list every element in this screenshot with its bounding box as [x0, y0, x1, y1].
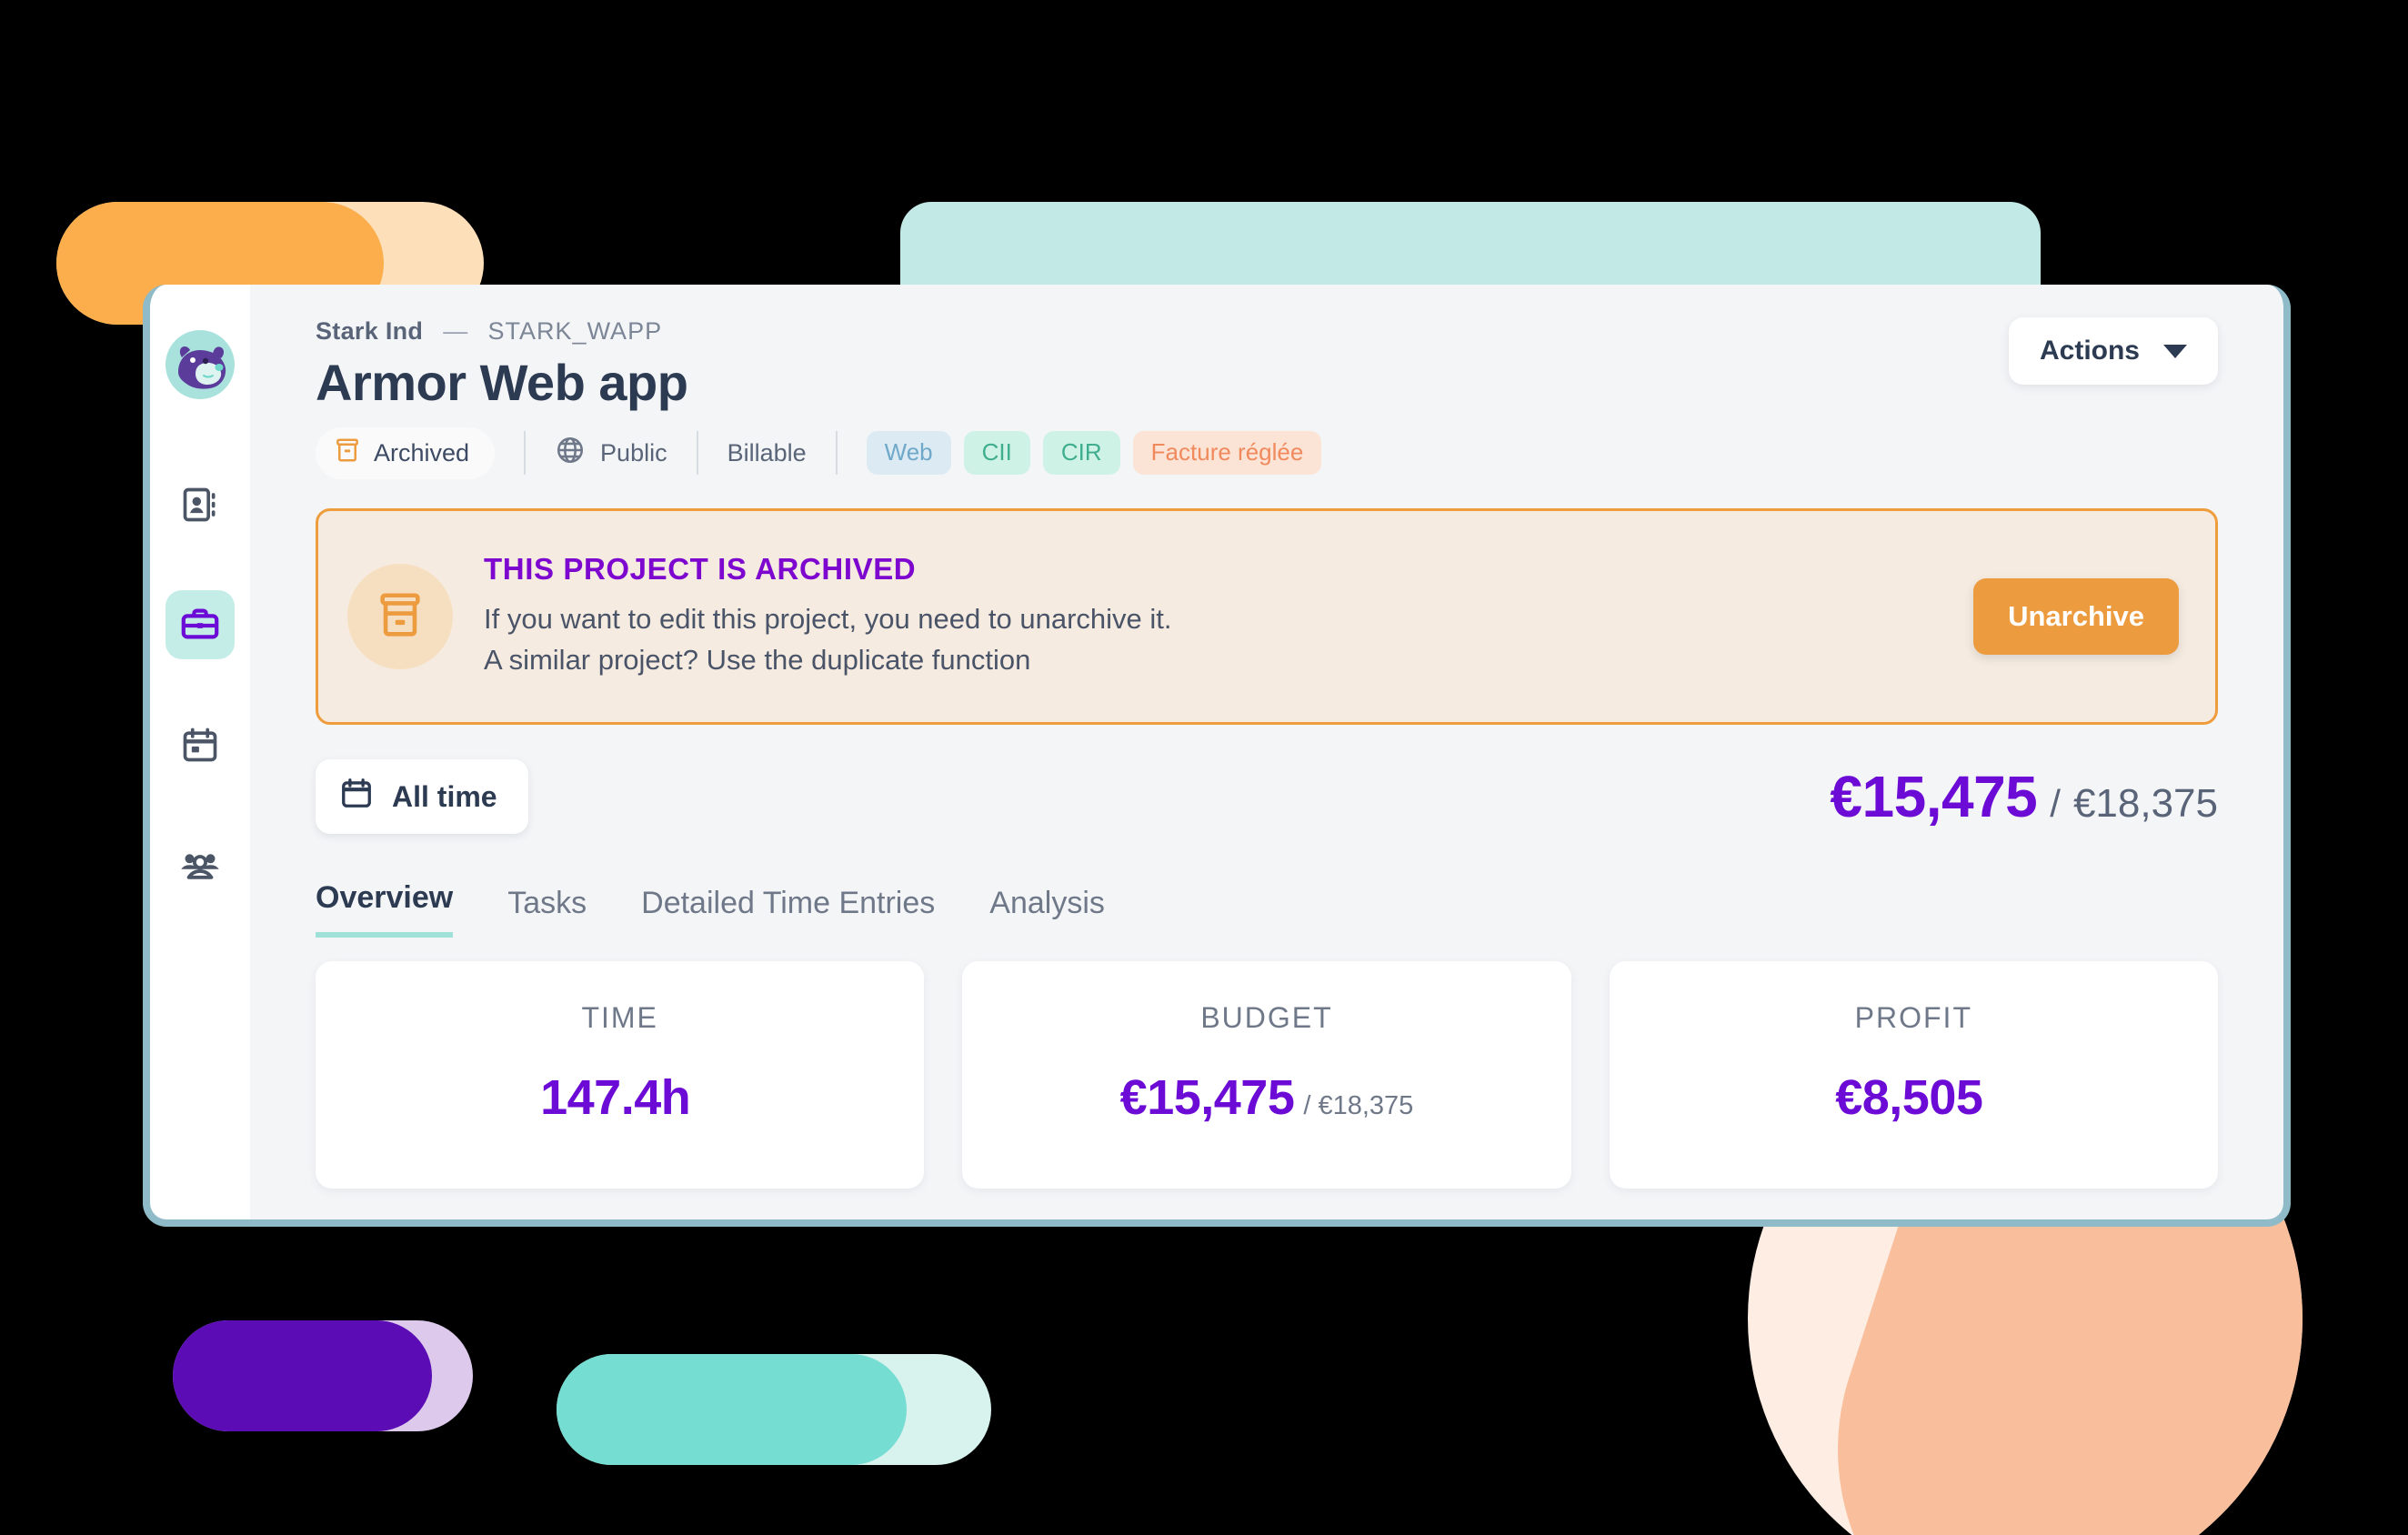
address-book-icon — [180, 485, 220, 525]
budget-separator: / — [2050, 782, 2061, 825]
breadcrumb: Stark Ind — STARK_WAPP — [316, 317, 1321, 346]
sidebar-item-calendar[interactable] — [166, 710, 235, 779]
meta-divider-2 — [696, 431, 698, 475]
sidebar-item-contacts[interactable] — [166, 470, 235, 539]
metric-card-value-row: €8,505 — [1835, 1069, 1992, 1126]
project-meta-row: Archived Public Billable Web CII CIR Fac… — [316, 426, 1322, 479]
meta-divider-3 — [835, 431, 838, 475]
sidebar — [150, 285, 250, 1219]
tag-chip[interactable]: Facture réglée — [1132, 431, 1322, 475]
metric-card-budget[interactable]: BUDGET €15,475 / €18,375 — [962, 961, 1571, 1189]
header-row: Stark Ind — STARK_WAPP Armor Web app Arc… — [316, 317, 2218, 479]
budget-spent: €15,475 — [1830, 764, 2038, 829]
app-window-inner: Stark Ind — STARK_WAPP Armor Web app Arc… — [150, 285, 2283, 1219]
tab-tasks[interactable]: Tasks — [507, 886, 587, 938]
banner-icon-circle — [347, 564, 453, 669]
metric-card-profit[interactable]: PROFIT €8,505 — [1609, 961, 2218, 1189]
unarchive-button[interactable]: Unarchive — [1973, 578, 2179, 655]
date-range-filter[interactable]: All time — [316, 759, 528, 834]
banner-line-2: A similar project? Use the duplicate fun… — [484, 644, 1031, 676]
calendar-icon — [339, 776, 374, 818]
tag-chip[interactable]: CII — [963, 431, 1030, 475]
billable-label: Billable — [727, 438, 807, 467]
tab-overview[interactable]: Overview — [316, 880, 454, 938]
budget-total: €18,375 — [2072, 781, 2218, 826]
briefcase-icon — [179, 604, 221, 646]
metric-card-label: TIME — [581, 1001, 658, 1034]
billable-indicator[interactable]: Billable — [727, 439, 807, 467]
tag-chip[interactable]: CIR — [1042, 431, 1120, 475]
breadcrumb-client[interactable]: Stark Ind — [316, 317, 423, 346]
sidebar-item-team[interactable] — [166, 830, 235, 899]
banner-line-1: If you want to edit this project, you ne… — [484, 603, 1172, 636]
filter-summary-row: All time €15,475 / €18,375 — [316, 759, 2218, 834]
app-window: Stark Ind — STARK_WAPP Armor Web app Arc… — [143, 285, 2291, 1227]
metric-card-label: PROFIT — [1854, 1001, 1972, 1034]
banner-title: THIS PROJECT IS ARCHIVED — [484, 552, 917, 587]
breadcrumb-project-code: STARK_WAPP — [487, 317, 663, 345]
actions-button[interactable]: Actions — [2008, 317, 2218, 385]
archive-box-icon — [374, 588, 426, 646]
actions-button-label: Actions — [2039, 336, 2140, 366]
status-badge-archived[interactable]: Archived — [316, 426, 496, 479]
visibility-label: Public — [600, 438, 667, 467]
tag-chip[interactable]: Web — [866, 431, 951, 475]
metric-card-value: €8,505 — [1835, 1070, 1983, 1125]
budget-summary: €15,475 / €18,375 — [1830, 763, 2218, 830]
metric-card-time[interactable]: TIME 147.4h — [316, 961, 925, 1189]
page-title: Armor Web app — [316, 354, 688, 411]
date-range-label: All time — [392, 779, 497, 813]
meta-divider-1 — [524, 431, 527, 475]
tab-detailed-time-entries[interactable]: Detailed Time Entries — [641, 886, 935, 938]
tab-analysis[interactable]: Analysis — [989, 886, 1105, 938]
tag-list: Web CII CIR Facture réglée — [866, 431, 1322, 475]
archived-label: Archived — [374, 438, 470, 467]
people-icon — [179, 844, 221, 886]
globe-icon — [555, 435, 586, 472]
chevron-down-icon — [2163, 344, 2187, 358]
tab-bar: Overview Tasks Detailed Time Entries Ana… — [316, 867, 2218, 938]
avatar[interactable] — [166, 330, 235, 399]
header-left: Stark Ind — STARK_WAPP Armor Web app Arc… — [316, 317, 1322, 479]
metric-card-value-row: €15,475 / €18,375 — [1120, 1069, 1414, 1126]
bear-avatar-icon — [178, 346, 226, 389]
metric-card-value: €15,475 — [1119, 1070, 1295, 1125]
metric-card-value-row: 147.4h — [540, 1069, 699, 1126]
breadcrumb-separator: — — [443, 317, 468, 345]
banner-text-block: THIS PROJECT IS ARCHIVED If you want to … — [484, 552, 1942, 681]
main-content: Stark Ind — STARK_WAPP Armor Web app Arc… — [250, 285, 2283, 1219]
archived-banner: THIS PROJECT IS ARCHIVED If you want to … — [316, 508, 2218, 725]
metric-card-value: 147.4h — [540, 1070, 691, 1125]
screenshot-stage: Stark Ind — STARK_WAPP Armor Web app Arc… — [0, 0, 2408, 1535]
archive-box-icon — [334, 436, 361, 470]
visibility-indicator[interactable]: Public — [555, 435, 667, 472]
sidebar-item-projects[interactable] — [166, 590, 235, 659]
metric-card-sub: / €18,375 — [1303, 1091, 1414, 1120]
decor-teal-pill-solid — [557, 1354, 907, 1465]
metric-card-label: BUDGET — [1200, 1001, 1333, 1034]
calendar-icon — [180, 725, 220, 765]
metric-cards: TIME 147.4h BUDGET €15,475 / €18,375 PRO… — [316, 961, 2218, 1189]
decor-purple-pill-solid — [173, 1320, 432, 1431]
